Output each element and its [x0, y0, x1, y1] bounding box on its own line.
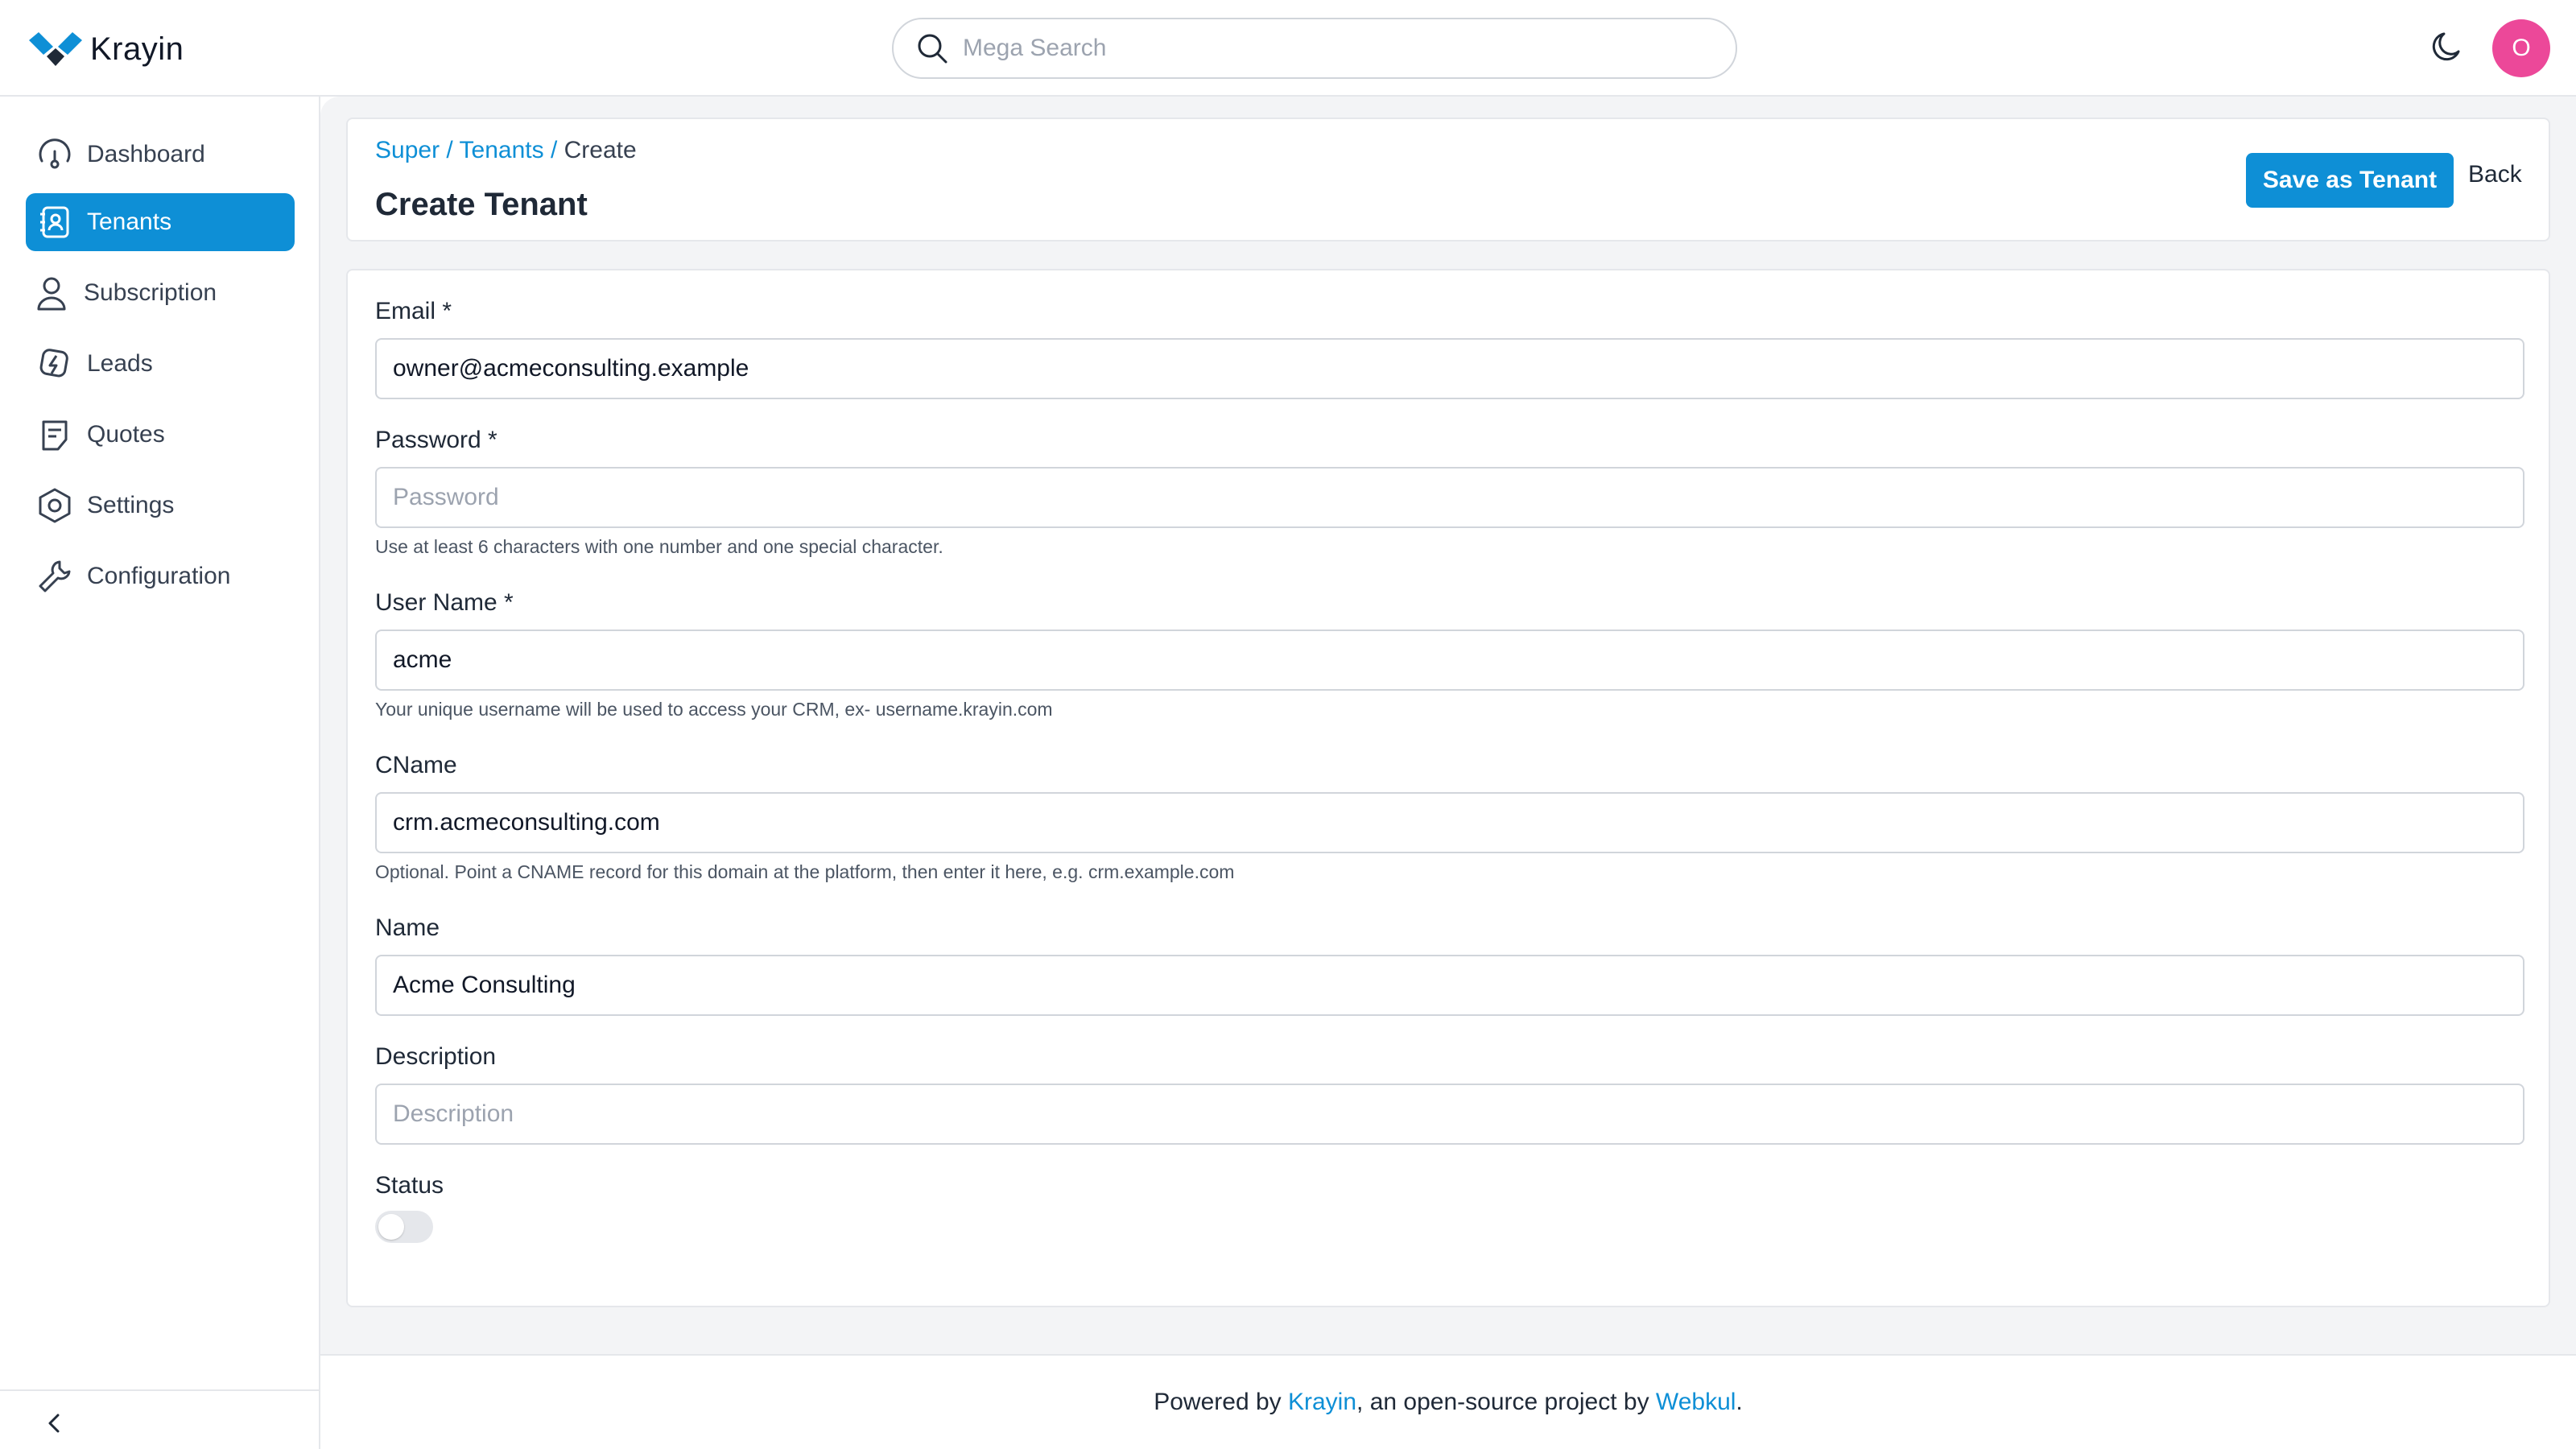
footer-prefix: Powered by — [1154, 1389, 1288, 1415]
tenants-icon — [40, 206, 69, 238]
sidebar-item-label: Leads — [87, 350, 153, 377]
user-avatar[interactable]: O — [2492, 19, 2550, 77]
sidebar-item-tenants[interactable]: Tenants — [26, 193, 295, 251]
breadcrumb-separator: / — [543, 137, 564, 163]
krayin-logo-icon — [29, 32, 82, 66]
footer-webkul-link[interactable]: Webkul — [1656, 1389, 1736, 1416]
password-field[interactable] — [375, 467, 2524, 528]
sidebar-item-configuration[interactable]: Configuration — [26, 547, 295, 605]
username-field[interactable] — [375, 630, 2524, 691]
sidebar-item-subscription[interactable]: Subscription — [26, 264, 295, 322]
sidebar-nav: Dashboard Tenants Subscription Leads Quo… — [0, 97, 320, 1449]
user-icon — [37, 277, 66, 311]
save-as-tenant-button[interactable]: Save as Tenant — [2246, 153, 2454, 208]
leads-icon — [39, 349, 68, 378]
page-header-card: Super / Tenants / Create Create Tenant S… — [346, 118, 2550, 242]
quotes-icon — [42, 420, 68, 451]
password-help: Use at least 6 characters with one numbe… — [375, 536, 943, 557]
password-label: Password * — [375, 427, 497, 453]
footer-middle: , an open-source project by — [1356, 1389, 1656, 1415]
cname-label: CName — [375, 752, 457, 778]
krayin-logo[interactable]: Krayin — [29, 29, 184, 69]
sidebar-item-settings[interactable]: Settings — [26, 477, 295, 535]
sidebar-item-leads[interactable]: Leads — [26, 335, 295, 393]
tenant-form-card: Email * Password * Use at least 6 charac… — [346, 269, 2550, 1307]
search-icon — [918, 34, 947, 64]
sidebar-item-label: Quotes — [87, 421, 165, 448]
search-input[interactable] — [963, 35, 1687, 62]
sidebar-item-label: Settings — [87, 492, 175, 518]
brand-name: Krayin — [90, 31, 184, 67]
footer-krayin-link[interactable]: Krayin — [1288, 1389, 1356, 1416]
sidebar-item-label: Subscription — [84, 279, 217, 306]
username-help: Your unique username will be used to acc… — [375, 699, 1053, 720]
sidebar-item-dashboard[interactable]: Dashboard — [26, 126, 295, 184]
breadcrumb-tenants[interactable]: Tenants — [460, 137, 544, 163]
settings-icon — [39, 488, 71, 523]
breadcrumb: Super / Tenants / Create — [375, 137, 637, 164]
mega-search[interactable] — [892, 18, 1737, 79]
chevron-left-icon[interactable] — [42, 1410, 68, 1436]
dark-mode-icon[interactable] — [2428, 27, 2467, 66]
dashboard-icon — [39, 138, 71, 169]
email-field[interactable] — [375, 338, 2524, 399]
sidebar-item-quotes[interactable]: Quotes — [26, 406, 295, 464]
cname-help: Optional. Point a CNAME record for this … — [375, 861, 1235, 882]
toggle-knob — [378, 1214, 404, 1240]
name-label: Name — [375, 914, 440, 941]
status-label: Status — [375, 1172, 444, 1199]
main-content: Super / Tenants / Create Create Tenant S… — [320, 97, 2576, 1354]
cname-field[interactable] — [375, 792, 2524, 853]
breadcrumb-super[interactable]: Super — [375, 137, 440, 163]
name-field[interactable] — [375, 955, 2524, 1016]
sidebar-item-label: Dashboard — [87, 141, 205, 167]
page-title: Create Tenant — [375, 187, 588, 222]
top-header: Krayin O — [0, 0, 2576, 97]
footer-suffix: . — [1736, 1389, 1743, 1415]
sidebar-item-label: Tenants — [87, 208, 172, 235]
description-field[interactable] — [375, 1084, 2524, 1145]
wrench-icon — [39, 560, 71, 592]
email-label: Email * — [375, 298, 452, 324]
back-button[interactable]: Back — [2468, 161, 2522, 188]
page-footer: Powered by Krayin, an open-source projec… — [320, 1354, 2576, 1449]
sidebar-footer — [0, 1389, 320, 1449]
breadcrumb-separator: / — [440, 137, 460, 163]
description-label: Description — [375, 1043, 497, 1070]
username-label: User Name * — [375, 589, 514, 616]
status-toggle[interactable] — [375, 1211, 433, 1243]
breadcrumb-current: Create — [564, 137, 637, 163]
sidebar-item-label: Configuration — [87, 563, 231, 589]
